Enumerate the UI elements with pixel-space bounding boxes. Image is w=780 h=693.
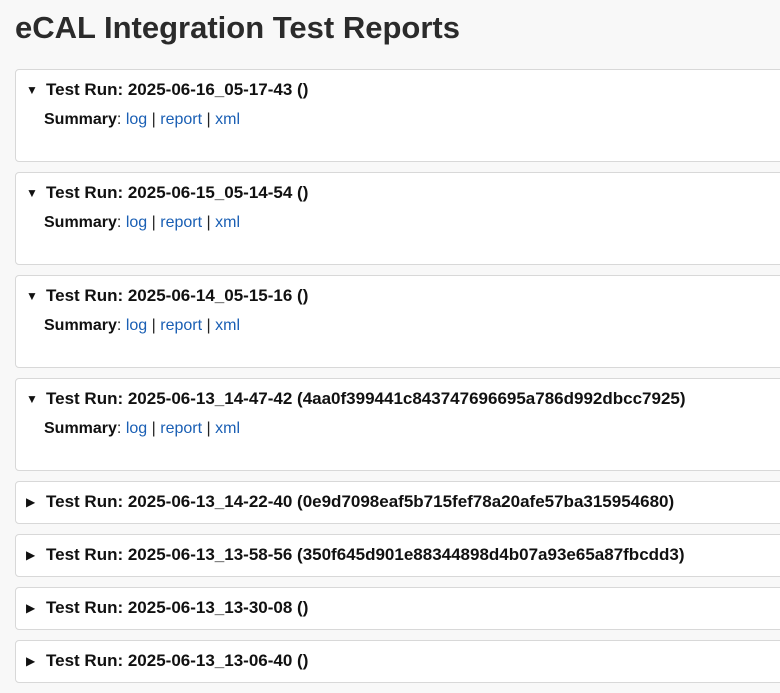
link-separator: | xyxy=(206,214,211,231)
test-run-item: ▼ Test Run: 2025-06-15_05-14-54 () Summary… xyxy=(15,172,780,265)
test-run-item: ▼ Test Run: 2025-06-13_14-47-42 (4aa0f399… xyxy=(15,378,780,471)
link-separator: | xyxy=(206,111,211,128)
triangle-right-icon: ▶ xyxy=(26,495,36,509)
summary-row: Summary: log | report | xml xyxy=(16,213,780,233)
summary-colon: : xyxy=(116,420,122,437)
link-separator: | xyxy=(151,317,156,334)
link-separator: | xyxy=(206,420,211,437)
report-link[interactable]: report xyxy=(160,214,202,231)
summary-row: Summary: log | report | xml xyxy=(16,419,780,439)
summary-row: Summary: log | report | xml xyxy=(16,110,780,130)
test-run-title: Test Run: 2025-06-16_05-17-43 () xyxy=(46,80,309,99)
link-separator: | xyxy=(151,111,156,128)
test-run-title: Test Run: 2025-06-13_14-47-42 (4aa0f3994… xyxy=(46,389,686,408)
link-separator: | xyxy=(151,214,156,231)
report-link[interactable]: report xyxy=(160,317,202,334)
triangle-right-icon: ▶ xyxy=(26,654,36,668)
triangle-down-icon: ▼ xyxy=(26,83,38,97)
triangle-down-icon: ▼ xyxy=(26,392,38,406)
summary-label: Summary xyxy=(44,420,117,437)
summary-label: Summary xyxy=(44,111,117,128)
report-link[interactable]: report xyxy=(160,420,202,437)
test-run-toggle[interactable]: ▶ Test Run: 2025-06-13_13-06-40 () xyxy=(16,641,780,681)
triangle-down-icon: ▼ xyxy=(26,186,38,200)
test-run-title: Test Run: 2025-06-14_05-15-16 () xyxy=(46,286,309,305)
test-run-title: Test Run: 2025-06-13_13-58-56 (350f645d9… xyxy=(46,545,685,564)
test-run-title: Test Run: 2025-06-15_05-14-54 () xyxy=(46,183,309,202)
test-run-title: Test Run: 2025-06-13_13-30-08 () xyxy=(46,598,309,617)
xml-link[interactable]: xml xyxy=(215,214,240,231)
test-run-title: Test Run: 2025-06-13_14-22-40 (0e9d7098e… xyxy=(46,492,675,511)
test-run-item: ▶ Test Run: 2025-06-13_13-58-56 (350f645d… xyxy=(15,534,780,577)
page: eCAL Integration Test Reports ▼ Test Run:… xyxy=(0,0,780,687)
report-link[interactable]: report xyxy=(160,111,202,128)
xml-link[interactable]: xml xyxy=(215,317,240,334)
test-run-title: Test Run: 2025-06-13_13-06-40 () xyxy=(46,651,309,670)
summary-colon: : xyxy=(116,317,122,334)
summary-colon: : xyxy=(116,214,122,231)
link-separator: | xyxy=(206,317,211,334)
log-link[interactable]: log xyxy=(126,420,147,437)
xml-link[interactable]: xml xyxy=(215,111,240,128)
test-run-item: ▼ Test Run: 2025-06-16_05-17-43 () Summary… xyxy=(15,69,780,162)
test-run-toggle[interactable]: ▼ Test Run: 2025-06-13_14-47-42 (4aa0f399… xyxy=(16,379,780,419)
test-run-toggle[interactable]: ▶ Test Run: 2025-06-13_14-22-40 (0e9d7098… xyxy=(16,482,780,522)
triangle-down-icon: ▼ xyxy=(26,289,38,303)
test-run-toggle[interactable]: ▼ Test Run: 2025-06-14_05-15-16 () xyxy=(16,276,780,316)
log-link[interactable]: log xyxy=(126,317,147,334)
log-link[interactable]: log xyxy=(126,214,147,231)
summary-label: Summary xyxy=(44,317,117,334)
test-run-toggle[interactable]: ▶ Test Run: 2025-06-13_13-58-56 (350f645d… xyxy=(16,535,780,575)
test-run-list: ▼ Test Run: 2025-06-16_05-17-43 () Summary… xyxy=(15,69,780,693)
test-run-toggle[interactable]: ▼ Test Run: 2025-06-16_05-17-43 () xyxy=(16,70,780,110)
test-run-item: ▶ Test Run: 2025-06-13_13-06-40 () xyxy=(15,640,780,683)
page-title: eCAL Integration Test Reports xyxy=(15,10,460,45)
test-run-toggle[interactable]: ▼ Test Run: 2025-06-15_05-14-54 () xyxy=(16,173,780,213)
triangle-right-icon: ▶ xyxy=(26,601,36,615)
test-run-item: ▼ Test Run: 2025-06-14_05-15-16 () Summary… xyxy=(15,275,780,368)
summary-row: Summary: log | report | xml xyxy=(16,316,780,336)
test-run-item: ▶ Test Run: 2025-06-13_14-22-40 (0e9d7098… xyxy=(15,481,780,524)
test-run-item: ▶ Test Run: 2025-06-13_13-30-08 () xyxy=(15,587,780,630)
triangle-right-icon: ▶ xyxy=(26,548,36,562)
test-run-toggle[interactable]: ▶ Test Run: 2025-06-13_13-30-08 () xyxy=(16,588,780,628)
summary-label: Summary xyxy=(44,214,117,231)
xml-link[interactable]: xml xyxy=(215,420,240,437)
summary-colon: : xyxy=(116,111,122,128)
link-separator: | xyxy=(151,420,156,437)
log-link[interactable]: log xyxy=(126,111,147,128)
